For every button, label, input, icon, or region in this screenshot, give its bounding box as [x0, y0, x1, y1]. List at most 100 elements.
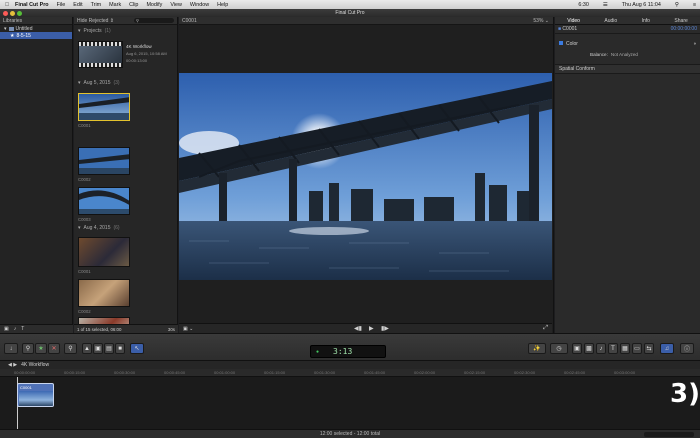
inspector-toggle[interactable]: ⓘ [680, 343, 694, 354]
window-titlebar: Final Cut Pro [0, 9, 700, 17]
clip-thumbnail[interactable] [78, 237, 130, 267]
photos-browser-button[interactable]: ▩ [584, 343, 594, 354]
balance-label: Balance: [590, 52, 608, 57]
zoom-tool-button[interactable]: ⚲ [64, 343, 77, 354]
libraries-pane: Libraries ▾ Untitled ★ 8-5-15 ▣ ♪ T [0, 17, 73, 333]
menu-trim[interactable]: Trim [91, 2, 102, 8]
view-options-icon[interactable]: ▣ ⌄ [183, 326, 193, 332]
minimize-window-icon[interactable] [10, 10, 15, 16]
titles-browser-button[interactable]: T [608, 343, 618, 354]
viewer-zoom[interactable]: 53% ⌄ [533, 18, 549, 24]
menu-view[interactable]: View [170, 2, 182, 8]
append-button[interactable]: ▤ [104, 343, 114, 354]
timeline: ◀ ▶ 4K Workflow 00:00:00:00 00:00:15:00 … [0, 361, 700, 429]
menu-edit[interactable]: Edit [73, 2, 82, 8]
ruler-tick: 00:02:00:00 [414, 370, 436, 375]
reject-button[interactable]: ✕ [48, 343, 60, 354]
timeline-status: 12:00 selected - 12:00 total [319, 431, 381, 437]
clip-zoom[interactable]: 30s [168, 327, 175, 332]
color-section[interactable]: Color ◑ [555, 38, 700, 50]
close-window-icon[interactable] [3, 10, 8, 16]
tab-info[interactable]: Info [642, 18, 650, 24]
browser-header: Hide Rejected ⇕ ⚲ [74, 17, 177, 25]
favorite-button[interactable]: ★ [35, 343, 47, 354]
timeline-clip-filmstrip [19, 391, 53, 406]
tab-share[interactable]: Share [674, 18, 687, 24]
tab-audio[interactable]: Audio [604, 18, 617, 24]
project-thumbnail[interactable] [78, 41, 123, 68]
timeline-back-icon[interactable]: ◀ ▶ [8, 362, 17, 368]
menu-help[interactable]: Help [217, 2, 228, 8]
photos-icon[interactable]: ▣ [4, 326, 9, 332]
viewer-clip-name: C0001 [182, 17, 197, 24]
clip-thumbnail[interactable] [78, 93, 130, 121]
generators-button[interactable]: ▦ [620, 343, 630, 354]
effects-button[interactable]: ▣ [572, 343, 582, 354]
previous-frame-button[interactable]: ◀▮ [354, 325, 362, 332]
event-8-5-15[interactable]: ★ 8-5-15 [0, 32, 72, 39]
music-icon[interactable]: ♪ [14, 326, 17, 332]
spotlight-icon[interactable]: ⚲ [675, 2, 679, 8]
app-menu[interactable]: Final Cut Pro [15, 2, 49, 8]
viewer-header: C0001 53% ⌄ [179, 17, 553, 25]
video-frame[interactable] [179, 73, 552, 280]
browser-footer: 1 of 15 selected, 06:00 30s [74, 324, 178, 333]
spatial-conform-section[interactable]: Spatial Conform [555, 64, 700, 74]
transitions-button[interactable]: ⇆ [644, 343, 654, 354]
select-tool-button[interactable]: ↖ [130, 343, 144, 354]
menu-modify[interactable]: Modify [146, 2, 162, 8]
timeline-clip[interactable]: C0001 [17, 383, 54, 407]
ruler-tick: 00:01:45:00 [364, 370, 386, 375]
clip-thumbnail[interactable] [78, 187, 130, 215]
menu-mark[interactable]: Mark [109, 2, 121, 8]
filter-popup[interactable]: Hide Rejected ⇕ [77, 18, 114, 24]
clip-thumbnail[interactable] [78, 279, 130, 307]
color-checkbox[interactable] [559, 41, 563, 45]
titles-icon[interactable]: T [21, 326, 24, 332]
themes-button[interactable]: ▭ [632, 343, 642, 354]
color-icon[interactable]: ◑ [693, 41, 696, 47]
menu-bar:  Final Cut Pro File Edit Trim Mark Clip… [0, 0, 700, 9]
date-group-header[interactable]: ▾ Aug 4, 2015 (6) [74, 222, 124, 234]
music-browser-button[interactable]: ♪ [596, 343, 606, 354]
timeline-ruler[interactable]: 00:00:00:00 00:00:15:00 00:00:30:00 00:0… [0, 369, 700, 377]
clip-thumbnail[interactable] [78, 147, 130, 175]
audio-button[interactable]: ♫ [660, 343, 674, 354]
connect-button[interactable]: ▲ [82, 343, 92, 354]
import-button[interactable]: ↓ [4, 343, 18, 354]
overwrite-button[interactable]: ■ [115, 343, 125, 354]
bridge-scene [179, 73, 552, 280]
timeline-zoom-slider[interactable] [644, 432, 694, 437]
clip-label: C0001 [78, 269, 91, 274]
clock[interactable]: Thu Aug 6 11:04 [622, 2, 661, 8]
date-group-header[interactable]: ▾ Aug 5, 2015 (3) [74, 77, 124, 89]
disclosure-icon[interactable]: ▾ [4, 26, 7, 32]
library-untitled[interactable]: ▾ Untitled [0, 25, 72, 32]
apple-icon[interactable]:  [5, 2, 9, 8]
dashboard-timecode: 3:13 [333, 347, 353, 356]
clip-label: C0001 [78, 123, 91, 128]
balance-row: Balance: Not Analyzed [555, 50, 700, 59]
fullscreen-icon[interactable]: ⤢ [543, 325, 548, 332]
zoom-window-icon[interactable] [17, 10, 22, 16]
insert-button[interactable]: ▣ [93, 343, 103, 354]
projects-section[interactable]: ▾ Projects (1) [74, 25, 177, 37]
viewer-footer: ▣ ⌄ ◀▮ ▶ ▮▶ ⤢ [179, 323, 552, 333]
menu-file[interactable]: File [57, 2, 66, 8]
dashboard[interactable]: ● 3:13 [310, 345, 386, 358]
notifications-icon[interactable]: ≡ [693, 2, 696, 8]
play-button[interactable]: ▶ [369, 325, 374, 332]
menu-clip[interactable]: Clip [129, 2, 138, 8]
clip-frame [79, 188, 129, 214]
keyword-button[interactable]: ⚲ [22, 343, 34, 354]
menu-window[interactable]: Window [190, 2, 209, 8]
ruler-tick: 00:02:15:00 [464, 370, 486, 375]
retime-button[interactable]: ◷ [550, 343, 568, 354]
event-label: 8-5-15 [16, 32, 31, 39]
browser-search-field[interactable]: ⚲ [134, 18, 174, 23]
next-frame-button[interactable]: ▮▶ [381, 325, 389, 332]
wifi-icon[interactable]: ☰ [603, 2, 608, 8]
tab-video[interactable]: Video [567, 18, 580, 24]
film-icon: ■ [558, 26, 562, 32]
enhancements-button[interactable]: ✨ [528, 343, 546, 354]
